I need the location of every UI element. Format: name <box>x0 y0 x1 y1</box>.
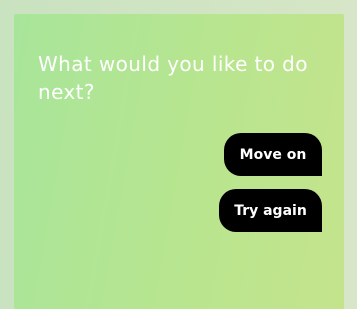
try-again-button[interactable]: Try again <box>219 189 322 232</box>
background-left <box>0 0 14 309</box>
background-top <box>0 0 357 14</box>
background-right <box>344 0 357 309</box>
move-on-button[interactable]: Move on <box>224 133 322 176</box>
prompt-question: What would you like to do next? <box>38 52 308 104</box>
prompt-card: What would you like to do next? Move on … <box>14 14 344 309</box>
